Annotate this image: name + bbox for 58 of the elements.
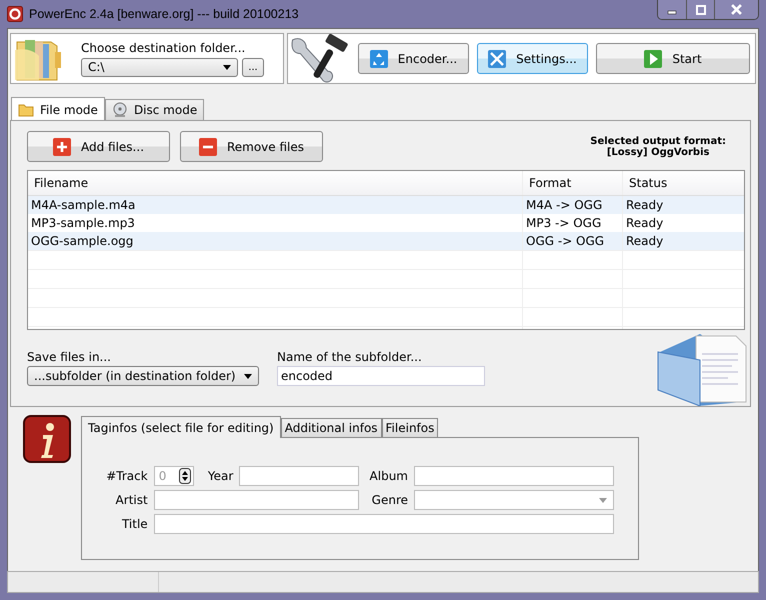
output-format-label: Selected output format: [590, 136, 726, 146]
save-in-dropdown[interactable]: ...subfolder (in destination folder) [27, 366, 259, 386]
dropdown-arrow-icon [599, 498, 607, 502]
tab[interactable]: Taginfos (select file for editing) [81, 416, 281, 438]
table-cell-text: Ready [625, 197, 664, 214]
minus-icon [198, 138, 217, 156]
subfolder-field[interactable]: encoded [277, 366, 485, 386]
genre-dropdown[interactable] [414, 490, 614, 510]
genre-label: Genre [370, 493, 408, 507]
column-header[interactable]: Format [523, 171, 623, 195]
artist-label: Artist [114, 493, 148, 507]
tab[interactable]: File mode [11, 97, 105, 121]
folder-icon [18, 102, 34, 116]
close-button[interactable] [714, 0, 758, 19]
minimize-button[interactable] [658, 0, 686, 19]
tab[interactable]: Fileinfos [382, 418, 438, 437]
plus-icon [52, 138, 71, 156]
artist-field[interactable] [154, 490, 360, 510]
info-icon [23, 415, 71, 463]
table-cell: M4A -> OGG [523, 196, 623, 214]
spinner-arrows-icon [178, 468, 191, 484]
table-cell-text: Ready [625, 233, 664, 250]
table-cell: M4A-sample.m4a [28, 196, 523, 214]
album-label: Album [368, 469, 408, 483]
title-label: Title [120, 517, 148, 531]
file-button[interactable]: Add files... [27, 131, 170, 162]
column-header[interactable]: Filename [28, 171, 523, 195]
toolbar-button[interactable]: Start [596, 43, 750, 74]
table-cell: OGG -> OGG [523, 232, 623, 250]
window-title: PowerEnc 2.4a [benware.org] --- build 20100213 [29, 7, 299, 21]
disc-icon [112, 102, 128, 118]
title-field[interactable] [154, 514, 614, 534]
destination-dropdown[interactable]: C:\ [81, 58, 238, 76]
table-cell-text: Ready [625, 215, 664, 232]
save-in-label: Save files in... [27, 350, 112, 364]
year-label: Year [206, 469, 234, 483]
output-format-value: [Lossy] OggVorbis [606, 146, 710, 158]
column-header[interactable]: Status [623, 171, 744, 195]
tab[interactable]: Additional infos [280, 418, 382, 437]
track-label: #Track [105, 469, 148, 483]
destination-label: Choose destination folder... [81, 40, 246, 54]
album-field[interactable] [414, 466, 614, 486]
file-button[interactable]: Remove files [180, 131, 323, 162]
subfolder-label: Name of the subfolder... [277, 350, 423, 364]
maximize-icon [696, 4, 706, 14]
table-cell: OGG-sample.ogg [28, 232, 523, 250]
year-field[interactable] [239, 466, 360, 486]
settings-icon [488, 50, 506, 68]
app-icon [7, 6, 23, 22]
toolbar-button[interactable]: Encoder... [358, 43, 469, 74]
toolbar-button[interactable]: Settings... [477, 43, 588, 74]
browse-button[interactable]: ... [242, 58, 264, 76]
play-icon [644, 50, 662, 68]
tab[interactable]: Disc mode [104, 99, 204, 120]
close-icon [731, 4, 742, 15]
dropdown-arrow-icon [244, 374, 252, 378]
dropdown-arrow-icon [223, 64, 231, 70]
maximize-button[interactable] [686, 0, 714, 19]
